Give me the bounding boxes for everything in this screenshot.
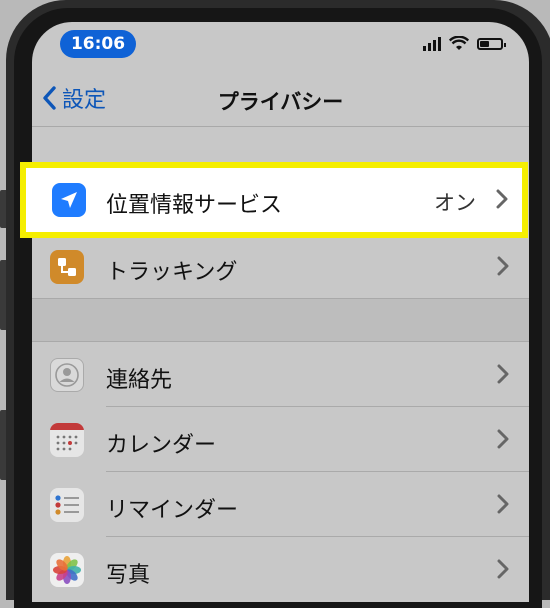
list-item-calendar[interactable]: カレンダー bbox=[32, 407, 529, 471]
chevron-right-icon bbox=[497, 494, 509, 514]
tracking-icon bbox=[50, 250, 84, 284]
photos-icon bbox=[50, 553, 84, 587]
navigation-bar: 設定 プライバシー bbox=[32, 68, 529, 124]
list-item-label: リマインダー bbox=[106, 498, 239, 523]
chevron-right-icon bbox=[497, 364, 509, 384]
list-item-contacts[interactable]: 連絡先 bbox=[32, 342, 529, 406]
status-value: オン bbox=[434, 191, 476, 215]
calendar-icon bbox=[50, 423, 84, 457]
reminders-icon bbox=[50, 488, 84, 522]
status-icons bbox=[423, 36, 506, 52]
section-gap bbox=[32, 299, 529, 341]
battery-icon bbox=[477, 38, 506, 50]
list-item-tracking[interactable]: トラッキング bbox=[32, 234, 529, 298]
list-item-label: トラッキング bbox=[106, 260, 238, 285]
chevron-right-icon bbox=[497, 559, 509, 579]
list-item-label: 連絡先 bbox=[106, 368, 173, 393]
list-item-label: カレンダー bbox=[106, 433, 217, 458]
list-item-reminders[interactable]: リマインダー bbox=[32, 472, 529, 536]
list-item-label: 位置情報サービス bbox=[106, 193, 283, 218]
wifi-icon bbox=[449, 36, 469, 50]
status-time: 16:06 bbox=[60, 30, 136, 58]
phone-screen: 16:06 設定 プライバシー トラッキング 連絡先 カレンダー リマインダー … bbox=[32, 22, 529, 602]
list-item-photos[interactable]: 写真 bbox=[32, 537, 529, 601]
location-arrow-icon bbox=[52, 183, 86, 217]
chevron-right-icon bbox=[496, 189, 508, 209]
list-item-location-services[interactable]: 位置情報サービス オン bbox=[20, 162, 528, 238]
list-item-label: 写真 bbox=[106, 563, 151, 588]
page-title: プライバシー bbox=[217, 90, 344, 114]
status-bar: 16:06 bbox=[32, 22, 529, 68]
chevron-right-icon bbox=[497, 429, 509, 449]
divider bbox=[32, 126, 529, 127]
chevron-right-icon bbox=[497, 256, 509, 276]
contacts-icon bbox=[50, 358, 84, 392]
signal-icon bbox=[423, 37, 441, 51]
